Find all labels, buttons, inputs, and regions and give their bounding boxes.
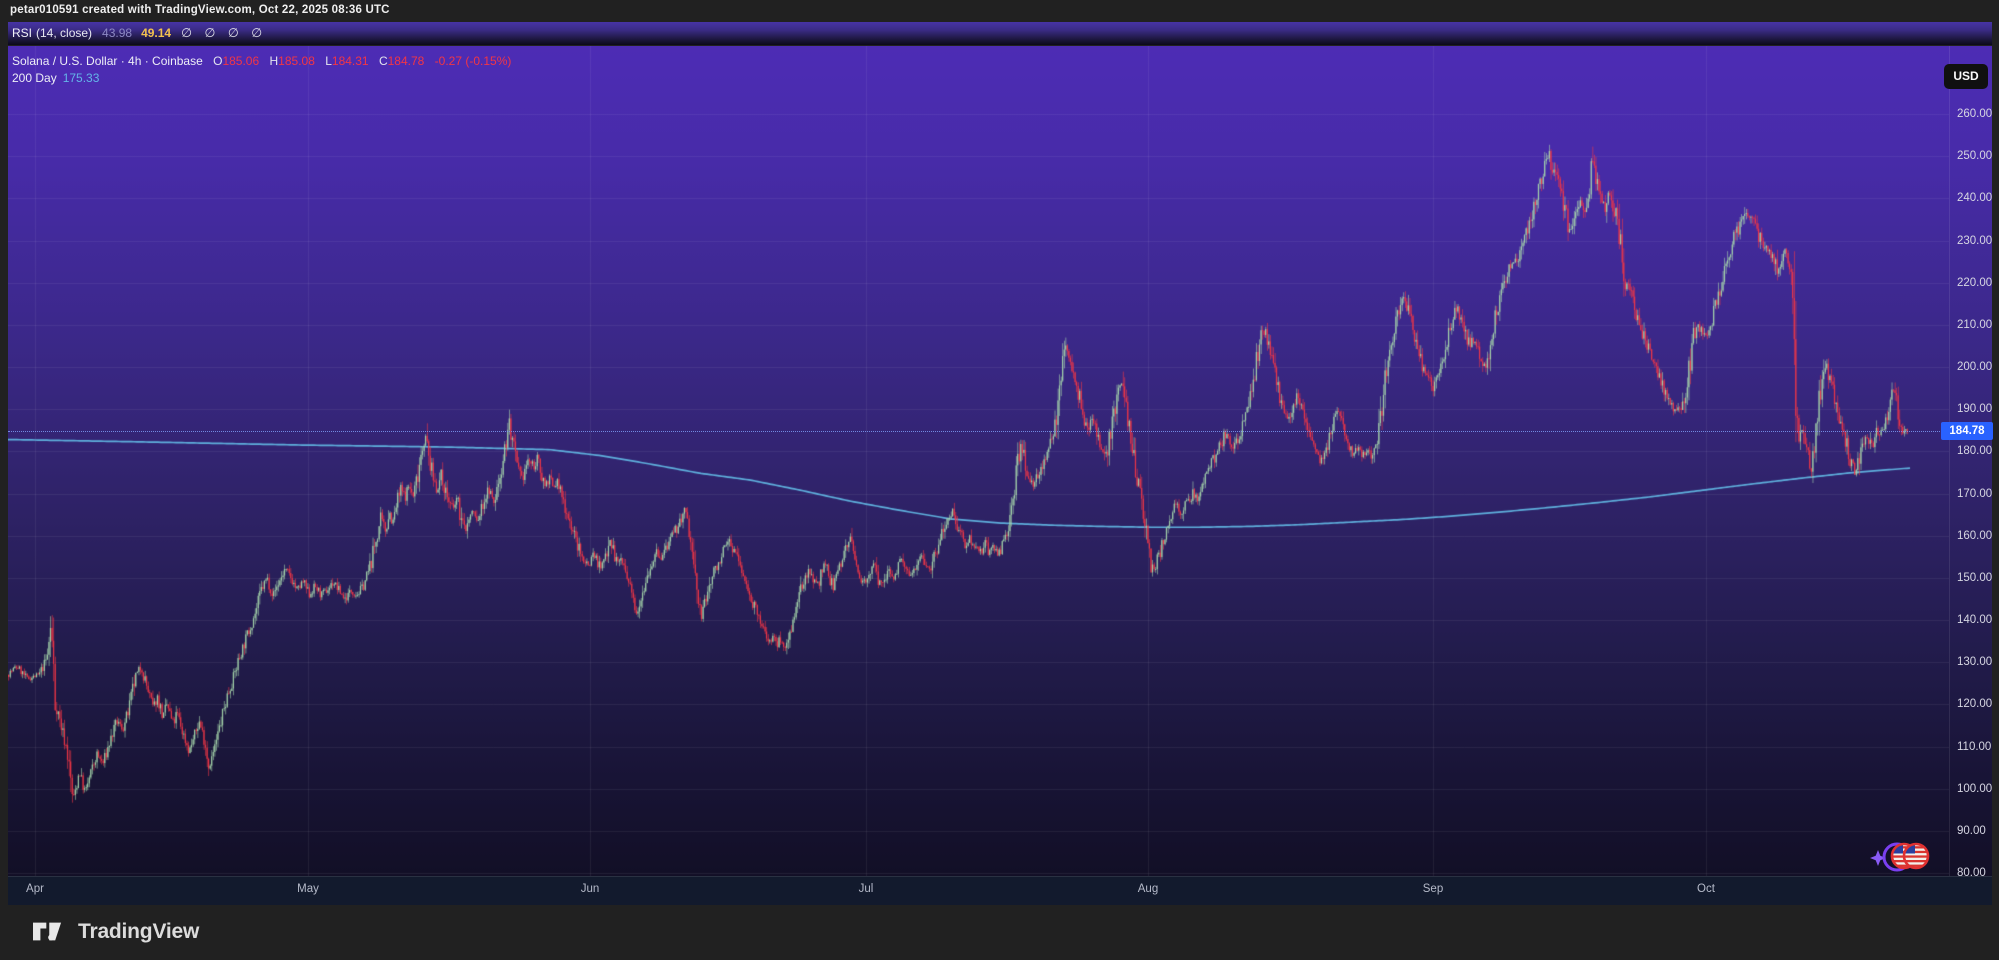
footer: TradingView <box>0 905 1999 960</box>
price-axis-label: 190.00 <box>1957 401 1992 417</box>
time-axis-label-apr: Apr <box>26 883 44 895</box>
low-value: 184.31 <box>332 54 369 68</box>
tradingview-brand[interactable]: TradingView <box>33 918 199 945</box>
low-label: L <box>325 54 332 68</box>
page: { "header": { "attribution": "petar01059… <box>0 0 1999 960</box>
open-value: 185.06 <box>222 54 259 68</box>
rsi-params: (14, close) <box>36 26 92 40</box>
time-axis-label-aug: Aug <box>1138 883 1158 895</box>
price-axis-label: 220.00 <box>1957 275 1992 291</box>
time-axis-label-may: May <box>297 883 319 895</box>
ma-value: 175.33 <box>63 71 100 85</box>
price-axis-label: 170.00 <box>1957 486 1992 502</box>
price-axis-label: 160.00 <box>1957 528 1992 544</box>
main-chart-pane: Solana / U.S. Dollar · 4h · Coinbase O18… <box>8 46 1950 877</box>
current-price-line <box>8 431 1950 432</box>
price-axis-label: 230.00 <box>1957 233 1992 249</box>
price-axis-label: 140.00 <box>1957 612 1992 628</box>
price-axis-label: 240.00 <box>1957 190 1992 206</box>
rsi-legend: RSI (14, close) 43.98 49.14 ∅ ∅ ∅ ∅ <box>12 25 262 40</box>
attribution-text: petar010591 created with TradingView.com… <box>10 4 390 16</box>
high-value: 185.08 <box>278 54 315 68</box>
flag-sticker-icon[interactable] <box>1870 838 1932 877</box>
price-axis-label: 100.00 <box>1957 781 1992 797</box>
time-axis[interactable]: Apr May Jun Jul Aug Sep Oct <box>8 876 1992 905</box>
price-axis-label: 150.00 <box>1957 570 1992 586</box>
rsi-hidden-values: ∅ ∅ ∅ ∅ <box>181 26 262 40</box>
close-value: 184.78 <box>388 54 425 68</box>
candlestick-chart-canvas[interactable] <box>8 46 1950 877</box>
tradingview-logo-icon <box>33 918 67 945</box>
current-price-label: 184.78 <box>1941 422 1993 440</box>
high-label: H <box>270 54 279 68</box>
rsi-pane[interactable]: RSI (14, close) 43.98 49.14 ∅ ∅ ∅ ∅ <box>8 22 1992 45</box>
time-axis-label-sep: Sep <box>1423 883 1443 895</box>
price-axis-label: 250.00 <box>1957 148 1992 164</box>
price-axis-label: 90.00 <box>1957 823 1986 839</box>
price-axis-label: 200.00 <box>1957 359 1992 375</box>
rsi-value-2: 49.14 <box>141 26 171 40</box>
rsi-title: RSI <box>12 26 32 40</box>
close-label: C <box>379 54 388 68</box>
rsi-value-1: 43.98 <box>102 26 132 40</box>
symbol-title[interactable]: Solana / U.S. Dollar · 4h · Coinbase <box>12 54 203 68</box>
price-axis-label: 120.00 <box>1957 696 1992 712</box>
time-axis-label-jul: Jul <box>859 883 874 895</box>
attribution-bar: petar010591 created with TradingView.com… <box>0 0 1999 22</box>
time-axis-label-jun: Jun <box>581 883 600 895</box>
chart-legend: Solana / U.S. Dollar · 4h · Coinbase O18… <box>12 54 511 85</box>
price-axis-label: 210.00 <box>1957 317 1992 333</box>
price-axis-label: 260.00 <box>1957 106 1992 122</box>
price-axis-label: 110.00 <box>1957 739 1991 755</box>
currency-button[interactable]: USD <box>1944 64 1988 89</box>
price-axis[interactable]: USD 184.78 260.00250.00240.00230.00220.0… <box>1949 46 1992 877</box>
change-value: -0.27 (-0.15%) <box>435 54 512 68</box>
time-axis-label-oct: Oct <box>1697 883 1715 895</box>
ma-label[interactable]: 200 Day <box>12 71 57 85</box>
chart-widget: RSI (14, close) 43.98 49.14 ∅ ∅ ∅ ∅ Solana /… <box>8 22 1992 905</box>
tradingview-brand-text: TradingView <box>78 920 199 944</box>
price-axis-label: 180.00 <box>1957 443 1992 459</box>
price-axis-label: 130.00 <box>1957 654 1992 670</box>
